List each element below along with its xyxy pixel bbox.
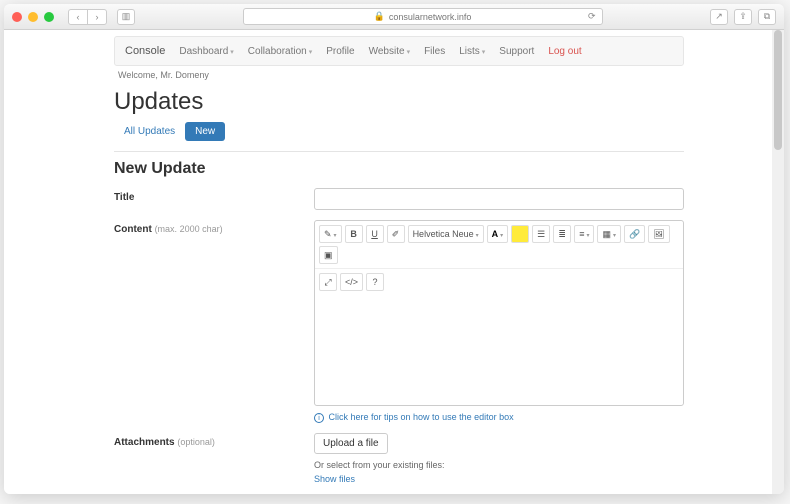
- align-dropdown[interactable]: ≡: [574, 225, 594, 243]
- address-bar[interactable]: 🔒 consularnetwork.info ⟳: [243, 8, 603, 25]
- tabs-icon[interactable]: ⧉: [758, 9, 776, 25]
- font-color-dropdown[interactable]: A: [487, 225, 509, 243]
- editor-tips: i Click here for tips on how to use the …: [314, 412, 684, 423]
- nav-lists[interactable]: Lists: [459, 46, 485, 57]
- scrollbar-track: [772, 30, 784, 494]
- nav-support[interactable]: Support: [499, 46, 534, 57]
- nav-profile[interactable]: Profile: [326, 46, 354, 57]
- welcome-text: Welcome, Mr. Domeny: [118, 70, 684, 80]
- nav-collaboration[interactable]: Collaboration: [248, 46, 312, 57]
- editor-textarea[interactable]: [315, 295, 683, 405]
- downloads-icon[interactable]: ↗: [710, 9, 728, 25]
- info-icon: i: [314, 413, 324, 423]
- lock-icon: 🔒: [374, 11, 385, 22]
- reload-icon[interactable]: ⟳: [588, 11, 596, 22]
- help-button[interactable]: ?: [366, 273, 384, 291]
- titlebar: ‹ › ▥ 🔒 consularnetwork.info ⟳ ↗ ⇪ ⧉: [4, 4, 784, 30]
- attachments-label: Attachments (optional): [114, 433, 314, 485]
- image-button[interactable]: 🖼: [648, 225, 669, 243]
- sidebar-toggle-icon[interactable]: ▥: [117, 9, 135, 25]
- forward-button[interactable]: ›: [87, 9, 107, 25]
- nav-files[interactable]: Files: [424, 46, 445, 57]
- or-select-text: Or select from your existing files:: [314, 460, 684, 470]
- content-label: Content (max. 2000 char): [114, 220, 314, 423]
- table-dropdown[interactable]: ▦: [597, 225, 621, 243]
- page-title: Updates: [114, 88, 684, 116]
- section-title: New Update: [114, 160, 684, 178]
- ol-button[interactable]: ≣: [553, 225, 571, 243]
- editor-toolbar: ✎ B U ✐ Helvetica Neue A ☰ ≣ ≡ ▦ 🔗: [315, 221, 683, 269]
- share-icon[interactable]: ⇪: [734, 9, 752, 25]
- nav-website[interactable]: Website: [369, 46, 410, 57]
- bold-button[interactable]: B: [345, 225, 363, 243]
- tab-new[interactable]: New: [185, 122, 225, 141]
- style-dropdown[interactable]: ✎: [319, 225, 342, 243]
- fullscreen-button[interactable]: ⤢: [319, 273, 337, 291]
- scrollbar-thumb[interactable]: [774, 30, 782, 150]
- tabs: All Updates New: [114, 122, 684, 141]
- url-text: consularnetwork.info: [389, 12, 472, 22]
- divider: [114, 151, 684, 152]
- show-files-link[interactable]: Show files: [314, 474, 355, 484]
- clear-format-button[interactable]: ✐: [387, 225, 405, 243]
- codeview-button[interactable]: </>: [340, 273, 363, 291]
- nav-logout[interactable]: Log out: [548, 46, 581, 57]
- upload-file-button[interactable]: Upload a file: [314, 433, 388, 454]
- font-family-dropdown[interactable]: Helvetica Neue: [408, 225, 484, 243]
- window-controls: [12, 12, 54, 22]
- close-window-icon[interactable]: [12, 12, 22, 22]
- minimize-window-icon[interactable]: [28, 12, 38, 22]
- back-button[interactable]: ‹: [68, 9, 88, 25]
- tips-link[interactable]: Click here for tips on how to use the ed…: [329, 412, 514, 422]
- rich-editor: ✎ B U ✐ Helvetica Neue A ☰ ≣ ≡ ▦ 🔗: [314, 220, 684, 406]
- safari-window: ‹ › ▥ 🔒 consularnetwork.info ⟳ ↗ ⇪ ⧉ Con…: [4, 4, 784, 494]
- tab-all-updates[interactable]: All Updates: [114, 122, 185, 141]
- nav-brand[interactable]: Console: [125, 45, 165, 57]
- nav-back-forward: ‹ ›: [68, 9, 107, 25]
- ul-button[interactable]: ☰: [532, 225, 550, 243]
- underline-button[interactable]: U: [366, 225, 384, 243]
- maximize-window-icon[interactable]: [44, 12, 54, 22]
- title-input[interactable]: [314, 188, 684, 210]
- highlight-icon[interactable]: [511, 225, 529, 243]
- title-label: Title: [114, 188, 314, 210]
- page-viewport: Console Dashboard Collaboration Profile …: [4, 30, 784, 494]
- link-button[interactable]: 🔗: [624, 225, 645, 243]
- top-nav: Console Dashboard Collaboration Profile …: [114, 36, 684, 66]
- nav-dashboard[interactable]: Dashboard: [179, 46, 233, 57]
- video-button[interactable]: ▣: [319, 246, 338, 264]
